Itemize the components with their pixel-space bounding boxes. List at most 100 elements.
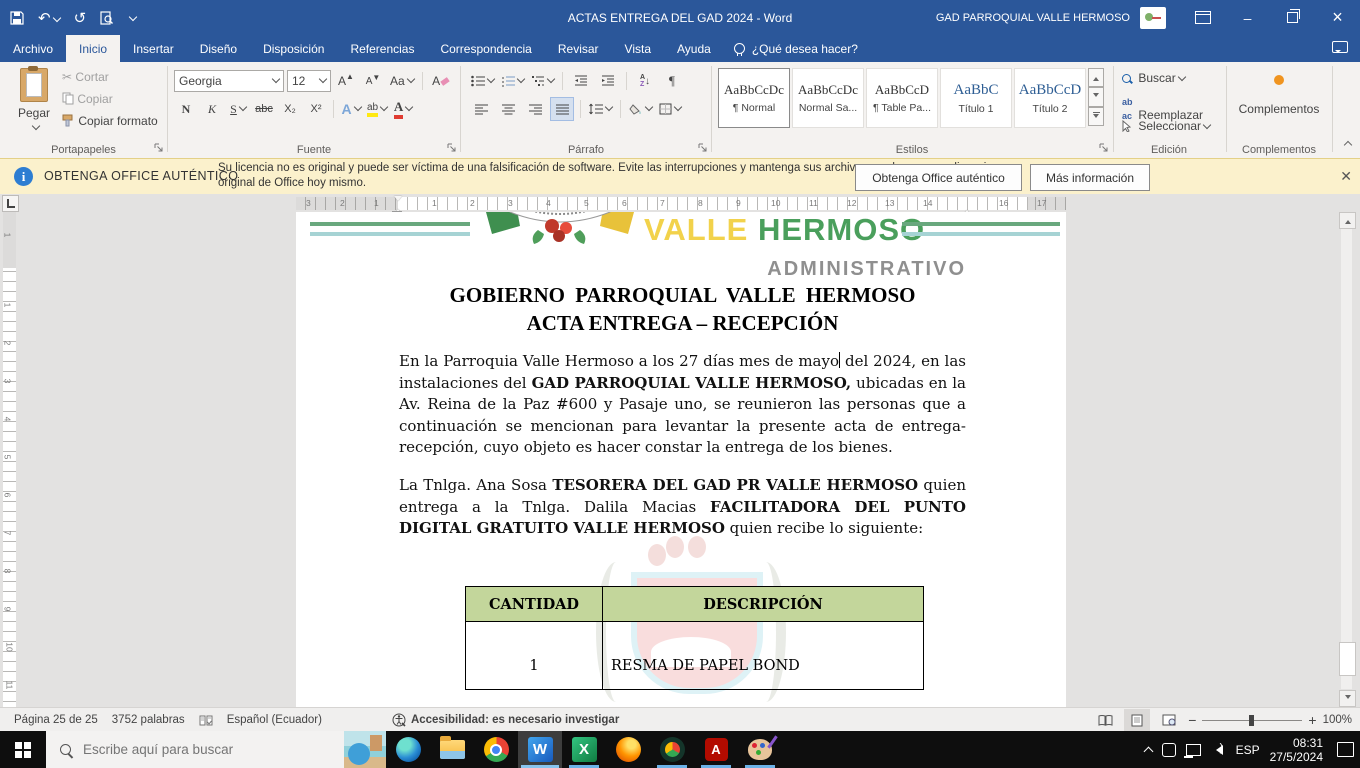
more-info-button[interactable]: Más información — [1030, 164, 1150, 191]
align-left-button[interactable] — [469, 97, 493, 121]
account-name[interactable]: GAD PARROQUIAL VALLE HERMOSO — [936, 12, 1130, 24]
paragraph-2[interactable]: La Tnlga. Ana Sosa TESORERA DEL GAD PR V… — [399, 475, 966, 540]
print-layout-button[interactable] — [1124, 709, 1151, 731]
close-warning-icon[interactable]: ✕ — [1340, 168, 1352, 185]
language-indicator[interactable]: Español (Ecuador) — [227, 714, 322, 726]
first-line-indent-marker[interactable] — [394, 196, 402, 205]
scrollbar-track[interactable] — [1341, 229, 1352, 689]
avatar[interactable] — [1140, 6, 1166, 29]
vertical-ruler[interactable]: 1 1 2 3 4 5 6 7 8 9 10 11 — [2, 212, 16, 707]
table-cell-cantidad[interactable]: 1 — [465, 621, 603, 690]
change-case-button[interactable]: Aa — [388, 69, 416, 93]
subscript-button[interactable]: X₂ — [278, 97, 302, 121]
vertical-scrollbar[interactable] — [1339, 212, 1356, 707]
tab-correspondencia[interactable]: Correspondencia — [427, 35, 544, 62]
addins-button[interactable]: Complementos — [1227, 74, 1331, 116]
paragraph-1[interactable]: En la Parroquia Valle Hermoso a los 27 d… — [399, 351, 966, 459]
search-input[interactable] — [81, 741, 315, 758]
grow-font-button[interactable]: A ▲ — [334, 69, 358, 93]
paste-button[interactable]: Pegar — [10, 66, 58, 134]
taskbar-acrobat-icon[interactable]: A — [694, 731, 738, 768]
accessibility-status[interactable]: Accesibilidad: es necesario investigar — [392, 713, 619, 727]
cut-button[interactable]: ✂ Cortar — [62, 70, 109, 84]
select-button[interactable]: Seleccionar — [1122, 119, 1212, 133]
underline-button[interactable]: S — [226, 97, 250, 121]
decrease-indent-button[interactable] — [569, 69, 593, 93]
borders-button[interactable] — [657, 97, 683, 121]
style-normal-sa[interactable]: AaBbCcDc Normal Sa... — [792, 68, 864, 128]
styles-scroll-down[interactable] — [1088, 87, 1104, 107]
taskbar-search-box[interactable] — [46, 731, 386, 768]
font-family-select[interactable]: Georgia — [174, 70, 284, 92]
zoom-out-button[interactable]: − — [1188, 712, 1196, 728]
page-indicator[interactable]: Página 25 de 25 — [14, 714, 98, 726]
clear-formatting-button[interactable]: A — [429, 69, 453, 93]
taskbar-word-icon[interactable]: W — [518, 731, 562, 768]
superscript-button[interactable]: X² — [304, 97, 328, 121]
taskbar-paint-icon[interactable] — [738, 731, 782, 768]
align-center-button[interactable] — [496, 97, 520, 121]
taskbar-chrome-app-icon[interactable] — [650, 731, 694, 768]
taskbar-excel-icon[interactable]: X — [562, 731, 606, 768]
style-titulo-2[interactable]: AaBbCcD Título 2 — [1014, 68, 1086, 128]
network-icon[interactable] — [1183, 743, 1201, 758]
zoom-level[interactable]: 100% — [1323, 714, 1352, 726]
scroll-up-button[interactable] — [1339, 212, 1356, 229]
replace-button[interactable]: ab ac Reemplazar — [1122, 94, 1203, 122]
tab-ayuda[interactable]: Ayuda — [664, 35, 724, 62]
style-normal[interactable]: AaBbCcDc ¶ Normal — [718, 68, 790, 128]
zoom-slider[interactable] — [1202, 714, 1303, 726]
taskbar-chrome-icon[interactable] — [474, 731, 518, 768]
tab-vista[interactable]: Vista — [612, 35, 664, 62]
strikethrough-button[interactable]: abc — [252, 97, 276, 121]
search-highlight-image[interactable] — [344, 731, 386, 768]
zoom-in-button[interactable]: + — [1308, 712, 1316, 728]
multilevel-list-button[interactable] — [529, 69, 556, 93]
justify-button[interactable] — [550, 97, 574, 121]
taskbar-explorer-icon[interactable] — [430, 731, 474, 768]
align-right-button[interactable] — [523, 97, 547, 121]
language-indicator[interactable]: ESP — [1236, 743, 1260, 757]
minimize-button[interactable]: – — [1225, 0, 1270, 35]
font-size-select[interactable]: 12 — [287, 70, 331, 92]
shrink-font-button[interactable]: A ▼ — [361, 69, 385, 93]
tell-me-box[interactable]: ¿Qué desea hacer? — [724, 35, 868, 62]
proofing-icon[interactable] — [199, 714, 213, 727]
format-painter-button[interactable]: Copiar formato — [62, 114, 158, 128]
dialog-launcher-icon[interactable] — [698, 142, 708, 156]
tab-disposicion[interactable]: Disposición — [250, 35, 337, 62]
clock[interactable]: 08:31 27/5/2024 — [1270, 736, 1323, 764]
start-button[interactable] — [0, 731, 46, 768]
styles-scroll-up[interactable] — [1088, 68, 1104, 88]
tab-stop-selector[interactable] — [2, 195, 19, 212]
word-count[interactable]: 3752 palabras — [112, 714, 185, 726]
numbering-button[interactable] — [499, 69, 526, 93]
dialog-launcher-icon[interactable] — [1099, 142, 1109, 156]
styles-gallery-more[interactable] — [1088, 106, 1104, 126]
delivery-table[interactable]: CANTIDAD DESCRIPCIÓN 1 RESMA DE PAPEL BO… — [465, 586, 924, 690]
bullets-button[interactable] — [469, 69, 496, 93]
horizontal-ruler[interactable]: 3 2 1 1 2 3 4 5 6 7 8 9 10 11 12 13 14 1… — [296, 196, 1066, 219]
style-table-paragraph[interactable]: AaBbCcD ¶ Table Pa... — [866, 68, 938, 128]
tab-archivo[interactable]: Archivo — [0, 35, 66, 62]
tray-chevron-icon[interactable] — [1143, 745, 1154, 756]
dialog-launcher-icon[interactable] — [447, 142, 457, 156]
shading-button[interactable] — [627, 97, 654, 121]
tab-inicio[interactable]: Inicio — [66, 35, 121, 62]
find-button[interactable]: Buscar — [1122, 71, 1186, 85]
styles-gallery-scroll[interactable] — [1088, 68, 1104, 126]
italic-button[interactable]: K — [200, 97, 224, 121]
taskbar-firefox-icon[interactable] — [606, 731, 650, 768]
sort-button[interactable]: A Z ↓ — [633, 69, 657, 93]
tray-app-icon[interactable] — [1161, 742, 1176, 757]
document-page[interactable]: VALLE HERMOSO ADMINISTRATIVO GOBIERNO PA… — [296, 212, 1066, 707]
tab-diseno[interactable]: Diseño — [187, 35, 250, 62]
zoom-slider-thumb[interactable] — [1249, 714, 1255, 726]
web-layout-button[interactable] — [1156, 709, 1182, 731]
increase-indent-button[interactable] — [596, 69, 620, 93]
text-effects-button[interactable]: A — [339, 97, 363, 121]
scroll-down-button[interactable] — [1339, 690, 1356, 707]
restore-button[interactable] — [1270, 0, 1315, 35]
highlight-button[interactable]: ab — [365, 97, 389, 121]
collapse-ribbon-button[interactable] — [1342, 136, 1353, 150]
